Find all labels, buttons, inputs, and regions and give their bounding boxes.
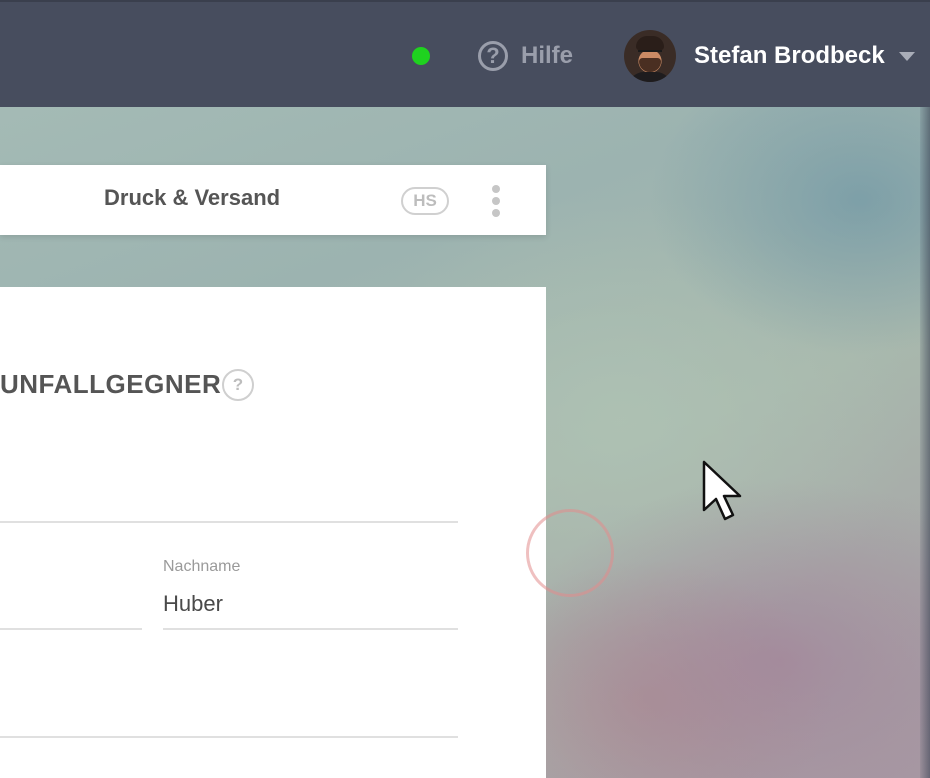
app-page: ? Hilfe Stefan Brodbeck Druck & Versand … [0,0,930,778]
section-help-icon[interactable]: ? [222,369,254,401]
lastname-field[interactable]: Huber [163,591,223,617]
card-title: Druck & Versand [104,185,281,210]
avatar [624,30,676,82]
lastname-field-underline[interactable] [163,628,458,630]
more-options-icon[interactable] [490,185,502,217]
user-name: Stefan Brodbeck [694,42,885,69]
user-menu[interactable]: Stefan Brodbeck [624,30,915,82]
form-card: UNFALLGEGNER ? Nachname Huber [0,287,546,778]
lastname-label: Nachname [163,558,241,575]
scrollbar-edge [920,107,930,778]
help-label: Hilfe [521,42,574,69]
initials-badge: HS [401,187,449,215]
document-card-header[interactable]: Druck & Versand HS [0,165,546,235]
help-circle-icon: ? [478,41,508,71]
help-link[interactable]: ? Hilfe [478,38,573,74]
mouse-pointer-icon [702,460,742,521]
online-status-icon [412,47,430,65]
firstname-field-underline[interactable] [0,628,142,630]
click-indicator [526,509,614,597]
chevron-down-icon[interactable] [898,51,915,61]
section-title: UNFALLGEGNER [0,369,222,399]
text-field-underline[interactable] [0,521,458,523]
text-field-underline[interactable] [0,736,458,738]
top-navigation-bar: ? Hilfe Stefan Brodbeck [0,0,930,107]
